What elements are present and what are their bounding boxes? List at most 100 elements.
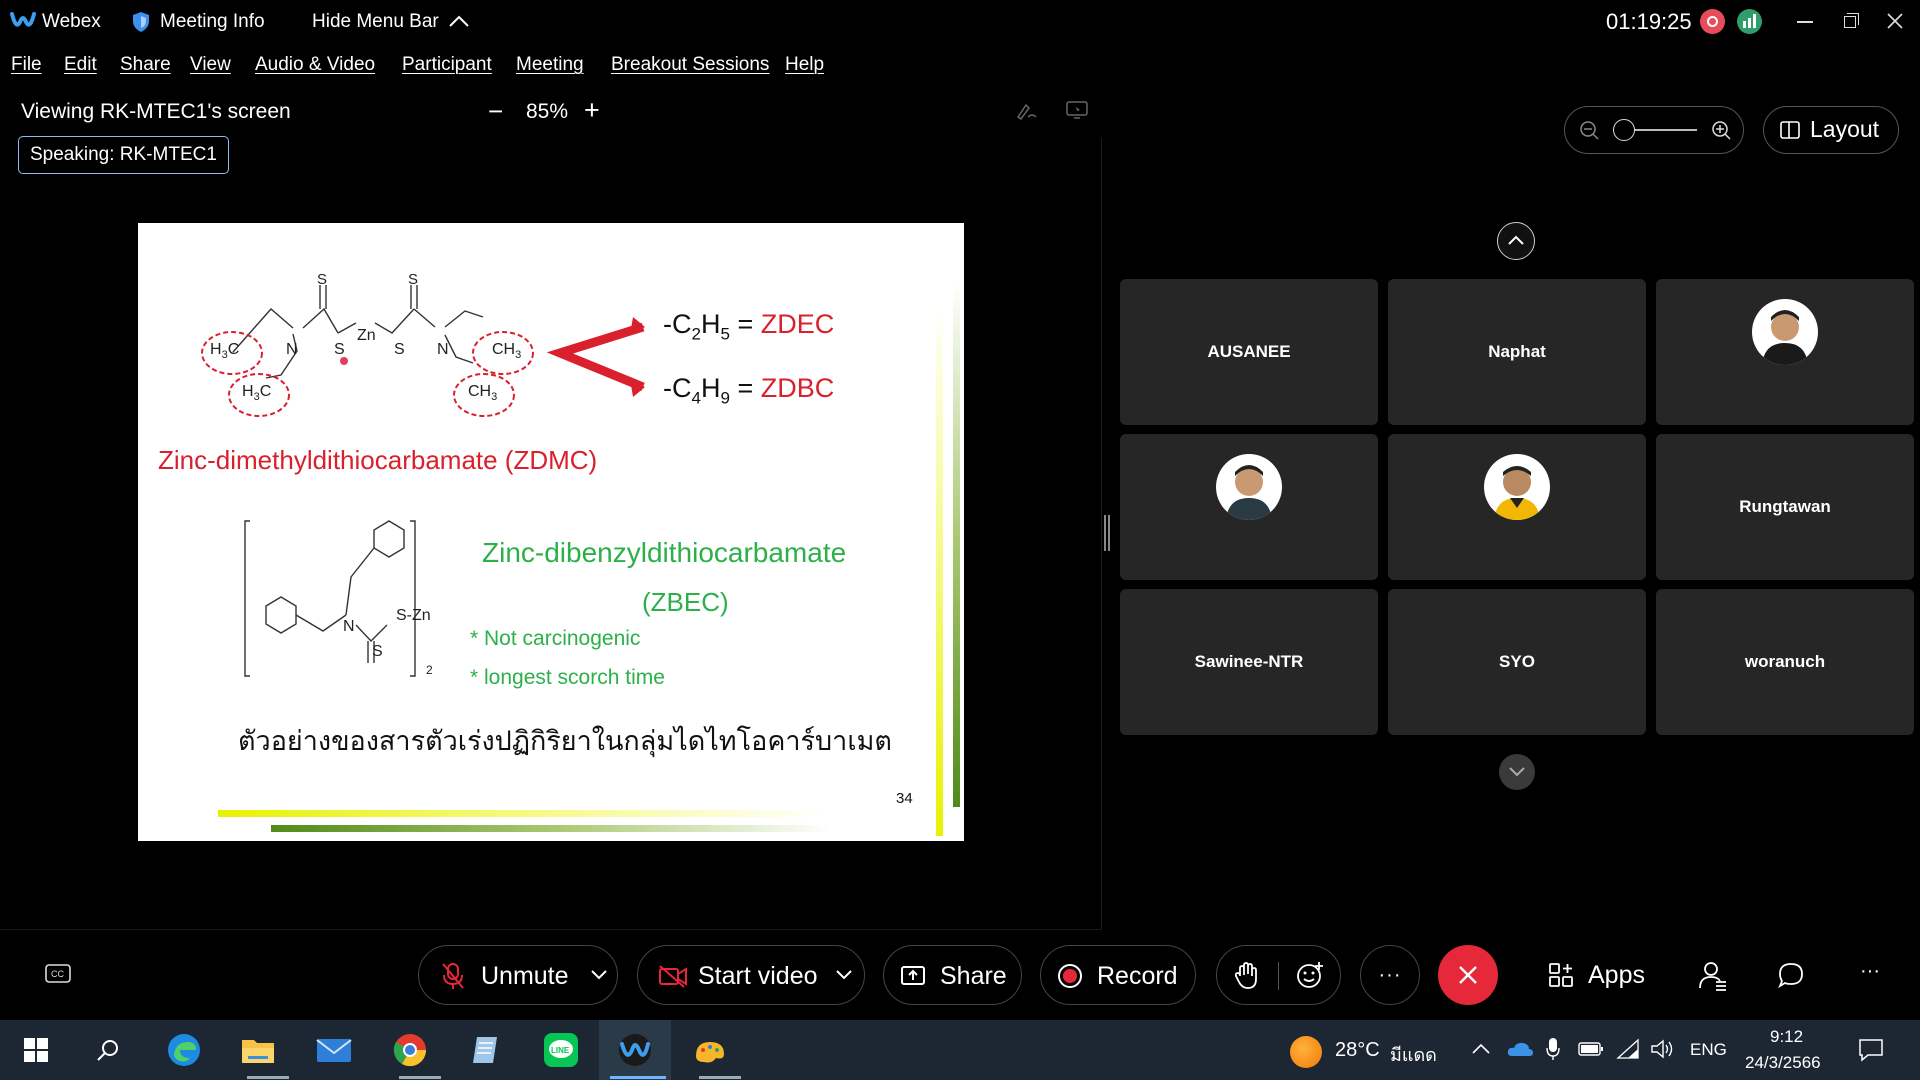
start-button[interactable] xyxy=(16,1030,56,1070)
participant-tile-ausanee[interactable]: AUSANEE xyxy=(1120,279,1378,425)
scroll-up-button[interactable] xyxy=(1497,222,1535,260)
reactions-icon[interactable] xyxy=(1296,961,1324,989)
taskbar-webex[interactable] xyxy=(615,1030,655,1070)
speaker-icon[interactable] xyxy=(1650,1039,1674,1059)
chevron-down-icon[interactable] xyxy=(591,970,607,980)
more-panels-button[interactable]: ··· xyxy=(1860,960,1880,983)
participant-tile-syo[interactable]: SYO xyxy=(1388,589,1646,735)
zoom-in-icon[interactable] xyxy=(1711,120,1731,140)
menu-help[interactable]: Help xyxy=(785,54,824,76)
weather-temp[interactable]: 28°C xyxy=(1335,1039,1380,1062)
scroll-down-button[interactable] xyxy=(1499,754,1535,790)
participants-icon[interactable] xyxy=(1698,960,1728,992)
zoom-in-button[interactable]: + xyxy=(584,95,600,126)
mol-h3c-bottom: H3C xyxy=(242,383,272,404)
taskbar-search-button[interactable] xyxy=(88,1030,128,1070)
closed-captions-icon: CC xyxy=(45,964,71,983)
onedrive-icon[interactable] xyxy=(1506,1040,1534,1058)
recording-indicator-icon[interactable] xyxy=(1700,9,1725,34)
chevron-down-icon[interactable] xyxy=(836,970,852,980)
taskbar-file-explorer[interactable] xyxy=(238,1030,278,1070)
menu-edit[interactable]: Edit xyxy=(64,54,97,76)
zoom-out-icon[interactable] xyxy=(1579,120,1599,140)
weather-desc[interactable]: มีแดด xyxy=(1390,1040,1437,1069)
taskbar-mail[interactable] xyxy=(314,1030,354,1070)
zbec-bullet-2: * longest scorch time xyxy=(470,666,665,689)
participant-tile-avatar-1[interactable] xyxy=(1656,279,1914,425)
windows-logo-icon xyxy=(24,1038,48,1062)
zoom-level[interactable]: 85% xyxy=(526,100,568,124)
close-window-button[interactable] xyxy=(1875,6,1915,36)
slide-page-number: 34 xyxy=(896,790,913,807)
clock-date[interactable]: 24/3/2566 xyxy=(1745,1053,1821,1073)
remote-control-icon[interactable] xyxy=(1066,100,1088,120)
share-button[interactable]: Share xyxy=(883,945,1022,1005)
mol-zbec-s: S xyxy=(372,643,383,660)
annotate-icon[interactable] xyxy=(1016,101,1038,121)
taskbar-edge[interactable] xyxy=(164,1030,204,1070)
viewing-label: Viewing RK-MTEC1's screen xyxy=(21,100,291,123)
menu-audio-video[interactable]: Audio & Video xyxy=(255,54,375,76)
participant-tile-woranuch[interactable]: woranuch xyxy=(1656,589,1914,735)
mol-s-left: S xyxy=(334,341,345,358)
notifications-icon[interactable] xyxy=(1858,1038,1884,1062)
close-icon xyxy=(1887,13,1903,29)
participant-name: Rungtawan xyxy=(1739,497,1831,516)
minimize-button[interactable] xyxy=(1785,6,1825,36)
taskbar-notes-app[interactable] xyxy=(466,1030,506,1070)
apps-button[interactable]: Apps xyxy=(1548,957,1658,993)
participant-name: woranuch xyxy=(1744,652,1826,671)
participant-tile-avatar-2[interactable] xyxy=(1120,434,1378,580)
video-zoom-control[interactable] xyxy=(1564,106,1744,154)
unmute-button[interactable]: Unmute xyxy=(418,945,618,1005)
search-icon xyxy=(97,1040,118,1061)
taskbar-line[interactable]: LINE xyxy=(541,1030,581,1070)
taskbar-paint-app[interactable] xyxy=(690,1030,730,1070)
notepad-icon xyxy=(473,1037,497,1063)
more-icon: ··· xyxy=(1378,963,1402,986)
hide-menu-bar-button[interactable]: Hide Menu Bar xyxy=(312,10,482,36)
record-button[interactable]: Record xyxy=(1040,945,1196,1005)
chevron-up-icon[interactable] xyxy=(1472,1043,1490,1055)
taskbar-chrome[interactable] xyxy=(390,1030,430,1070)
start-video-button[interactable]: Start video xyxy=(637,945,865,1005)
hide-menu-bar-label: Hide Menu Bar xyxy=(312,11,439,32)
weather-icon[interactable] xyxy=(1290,1036,1322,1068)
panel-resize-handle[interactable] xyxy=(1104,515,1110,551)
network-health-icon[interactable] xyxy=(1737,9,1762,34)
chat-icon[interactable] xyxy=(1777,961,1805,989)
menu-participant[interactable]: Participant xyxy=(402,54,492,76)
menu-meeting[interactable]: Meeting xyxy=(516,54,584,76)
restore-button[interactable] xyxy=(1830,6,1870,36)
layout-button[interactable]: Layout xyxy=(1763,106,1899,154)
close-icon xyxy=(1459,966,1477,984)
avatar xyxy=(1484,454,1550,520)
raise-hand-icon[interactable] xyxy=(1233,962,1259,990)
participant-tile-sawinee[interactable]: Sawinee-NTR xyxy=(1120,589,1378,735)
input-language[interactable]: ENG xyxy=(1690,1040,1727,1060)
participant-tile-naphat[interactable]: Naphat xyxy=(1388,279,1646,425)
zoom-out-button[interactable]: − xyxy=(488,96,503,127)
wifi-icon[interactable] xyxy=(1616,1038,1640,1060)
clock-time[interactable]: 9:12 xyxy=(1770,1027,1803,1047)
zoom-slider-thumb[interactable] xyxy=(1613,119,1635,141)
battery-icon[interactable] xyxy=(1578,1041,1604,1057)
captions-button[interactable]: CC xyxy=(44,961,74,987)
menu-share[interactable]: Share xyxy=(120,54,171,76)
zbec-title-line2: (ZBEC) xyxy=(642,587,729,617)
more-options-button[interactable]: ··· xyxy=(1360,945,1420,1005)
shield-icon xyxy=(133,12,149,32)
microphone-icon[interactable] xyxy=(1546,1037,1560,1061)
share-screen-icon xyxy=(901,966,925,985)
webex-logo-icon xyxy=(10,12,36,27)
menu-view[interactable]: View xyxy=(190,54,231,76)
mol-zn: Zn xyxy=(357,327,376,344)
menu-file[interactable]: File xyxy=(11,54,42,76)
participant-tile-rungtawan[interactable]: Rungtawan xyxy=(1656,434,1914,580)
mol-h3c-top: H3C xyxy=(210,341,240,362)
leave-meeting-button[interactable] xyxy=(1438,945,1498,1005)
mail-icon xyxy=(316,1039,352,1062)
participant-tile-avatar-3[interactable] xyxy=(1388,434,1646,580)
menu-breakout-sessions[interactable]: Breakout Sessions xyxy=(611,54,769,76)
zdbc-label: ZDBC xyxy=(760,373,835,403)
